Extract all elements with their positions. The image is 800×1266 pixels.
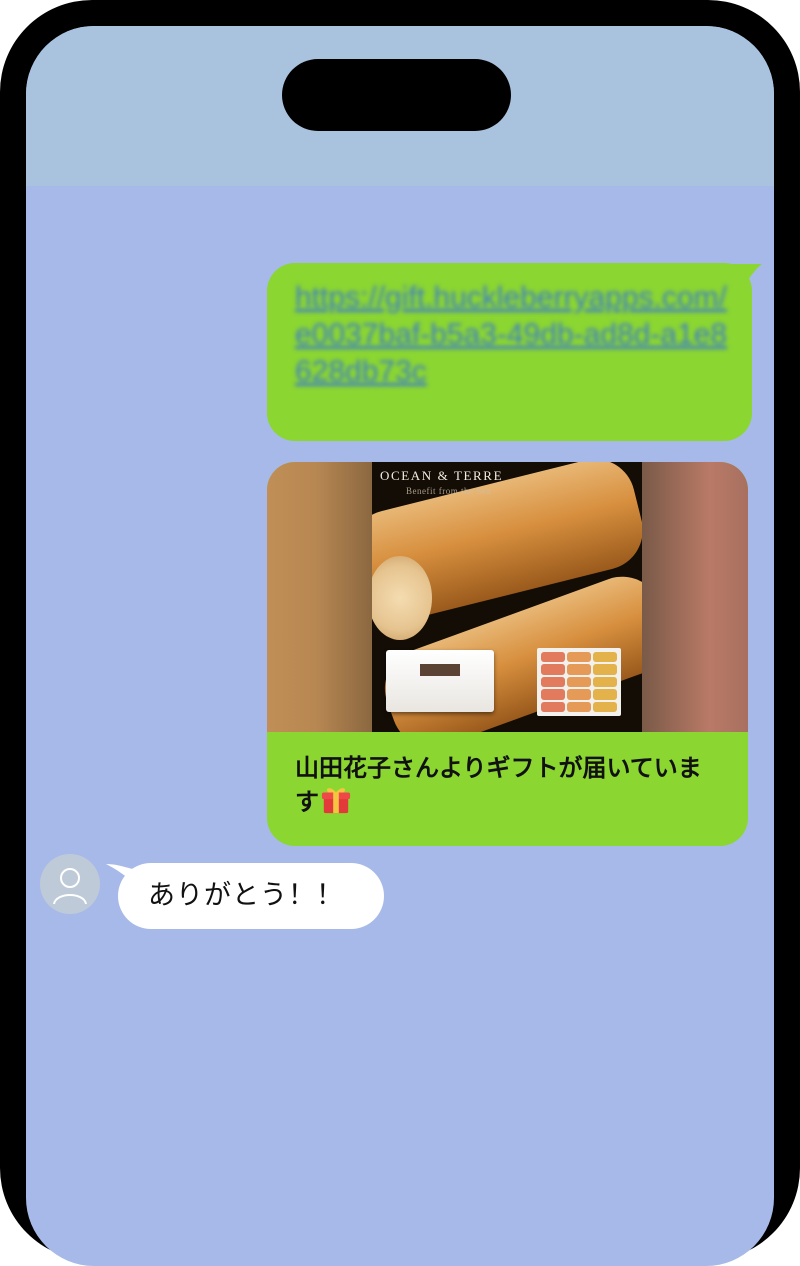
dynamic-island xyxy=(282,59,511,131)
reply-text: ありがとう！！ xyxy=(148,880,344,911)
cookie-roll-end xyxy=(372,556,432,640)
cookie-tray xyxy=(537,648,621,716)
gift-card[interactable]: OCEAN & TERRE Benefit from the Sea 山田花子さ… xyxy=(267,462,748,846)
image-subtitle: Benefit from the Sea xyxy=(406,486,491,496)
avatar[interactable] xyxy=(40,854,100,914)
received-bubble[interactable]: ありがとう！！ xyxy=(118,863,384,929)
user-icon xyxy=(53,868,87,905)
product-photo: OCEAN & TERRE Benefit from the Sea xyxy=(372,462,642,732)
gift-caption-text: 山田花子さんよりギフトが届いています xyxy=(295,754,702,816)
chat-screen: https://gift.huckleberryapps.com/e0037ba… xyxy=(26,26,774,1266)
gift-caption: 山田花子さんよりギフトが届いています xyxy=(295,752,715,819)
sent-link-bubble[interactable]: https://gift.huckleberryapps.com/e0037ba… xyxy=(267,263,752,441)
image-brand: OCEAN & TERRE xyxy=(380,468,504,483)
gift-box-label xyxy=(420,664,460,676)
status-bar xyxy=(26,26,774,186)
gift-link[interactable]: https://gift.huckleberryapps.com/e0037ba… xyxy=(295,279,735,390)
gift-icon xyxy=(321,788,351,814)
gift-box xyxy=(386,650,494,712)
gift-image[interactable]: OCEAN & TERRE Benefit from the Sea xyxy=(267,462,748,732)
phone-frame: https://gift.huckleberryapps.com/e0037ba… xyxy=(0,0,800,1266)
